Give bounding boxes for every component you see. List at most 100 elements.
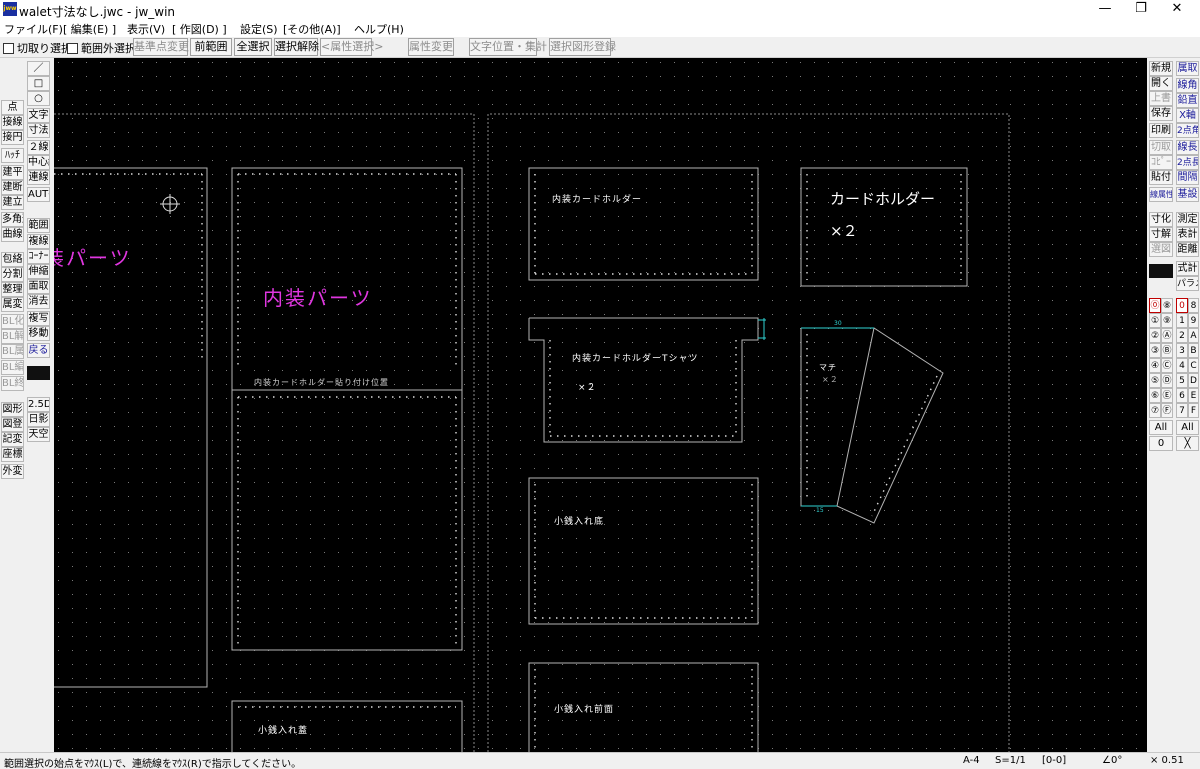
tool-block-end[interactable]: BL終 xyxy=(1,376,24,391)
cut-select-checkbox[interactable]: 切取り選択 xyxy=(3,40,72,56)
tool-line-length[interactable]: 線長 xyxy=(1176,140,1199,155)
tool-new[interactable]: 新規 xyxy=(1149,61,1173,76)
tool-building-section[interactable]: 建断 xyxy=(1,180,24,195)
tool-text[interactable]: 文字 xyxy=(27,108,50,123)
tool-dim-release[interactable]: 寸解 xyxy=(1149,227,1173,242)
tool-stretch[interactable]: 伸縮 xyxy=(27,264,50,279)
tool-block-attr[interactable]: BL属 xyxy=(1,344,24,359)
tool-chamfer[interactable]: 面取 xyxy=(27,279,50,294)
layer-button-0[interactable]: ⓪ xyxy=(1149,298,1161,313)
drawing-canvas[interactable]: 装パーツ 内装パーツ 内装カードホルダー貼り付け位置 内装カードホルダー カード… xyxy=(54,58,1147,752)
tool-attr-get[interactable]: 属取 xyxy=(1176,61,1199,76)
group-button-1[interactable]: 1 xyxy=(1176,313,1188,328)
tool-sky[interactable]: 天空 xyxy=(27,427,50,442)
tool-x-axis[interactable]: X軸 xyxy=(1176,108,1199,123)
group-button-0[interactable]: 0 xyxy=(1176,298,1188,313)
tool-base-settings[interactable]: 基設 xyxy=(1176,187,1199,202)
layer-button-b[interactable]: Ⓑ xyxy=(1161,343,1173,358)
tool-2pt-length[interactable]: 2点長 xyxy=(1176,155,1199,170)
menu-draw[interactable]: [ 作図(D) ] xyxy=(172,21,227,37)
tool-undo[interactable]: 戻る xyxy=(27,343,50,358)
group-all-button[interactable]: All xyxy=(1176,420,1199,435)
tool-dimension[interactable]: 寸法 xyxy=(27,123,50,138)
tool-figure[interactable]: 図形 xyxy=(1,402,24,417)
menu-edit[interactable]: [ 編集(E) ] xyxy=(63,21,116,37)
layer-button-4[interactable]: ④ xyxy=(1149,358,1161,373)
tool-hatch[interactable]: ﾊｯﾁ xyxy=(1,148,24,163)
tool-print[interactable]: 印刷 xyxy=(1149,123,1173,138)
tool-curve[interactable]: 曲線 xyxy=(1,227,24,242)
group-button-5[interactable]: 5 xyxy=(1176,373,1188,388)
tool-polygon[interactable]: 多角形 xyxy=(1,212,24,227)
select-all-button[interactable]: 全選択 xyxy=(234,38,272,56)
tool-line-attr[interactable]: 線属性 xyxy=(1149,187,1173,202)
tool-2-5d[interactable]: 2.5D xyxy=(27,397,50,412)
group-button-3[interactable]: 3 xyxy=(1176,343,1188,358)
tool-open[interactable]: 開く xyxy=(1149,76,1173,91)
layer-button-9[interactable]: ⑨ xyxy=(1161,313,1173,328)
tool-external-change[interactable]: 外変 xyxy=(1,464,24,479)
tool-range[interactable]: 範囲 xyxy=(27,218,50,233)
layer-button-d[interactable]: Ⓓ xyxy=(1161,373,1173,388)
tool-corner[interactable]: ｺｰﾅｰ xyxy=(27,249,50,264)
tool-formula[interactable]: 式計 xyxy=(1176,261,1199,276)
group-button-7[interactable]: 7 xyxy=(1176,403,1188,418)
tool-center-line[interactable]: 中心線 xyxy=(27,155,50,170)
tool-envelope[interactable]: 包絡 xyxy=(1,252,24,267)
tool-circle[interactable]: ○ xyxy=(27,91,50,106)
layer-color-swatch[interactable] xyxy=(1149,264,1173,278)
layer-button-a[interactable]: Ⓐ xyxy=(1161,328,1173,343)
tool-block-release[interactable]: BL解 xyxy=(1,329,24,344)
group-button-a[interactable]: A xyxy=(1188,328,1199,343)
tool-point[interactable]: 点 xyxy=(1,100,24,115)
menu-other[interactable]: [その他(A)] xyxy=(283,21,341,37)
layer-indicator[interactable]: [0-0] xyxy=(1042,755,1066,766)
paper-size[interactable]: A-4 xyxy=(963,755,980,766)
menu-file[interactable]: ファイル(F) xyxy=(4,21,63,37)
group-button-c[interactable]: C xyxy=(1188,358,1199,373)
tool-paste[interactable]: 貼付 xyxy=(1149,170,1173,185)
group-button-d[interactable]: D xyxy=(1188,373,1199,388)
tool-parameter[interactable]: パラメ xyxy=(1176,276,1199,291)
prev-range-button[interactable]: 前範囲 xyxy=(190,38,232,56)
menu-help[interactable]: ヘルプ(H) xyxy=(354,21,404,37)
layer-button-f[interactable]: Ⓕ xyxy=(1161,403,1173,418)
layer-button-5[interactable]: ⑤ xyxy=(1149,373,1161,388)
close-button[interactable]: ✕ xyxy=(1154,0,1200,20)
tool-divide[interactable]: 分割 xyxy=(1,267,24,282)
tool-continuous-line[interactable]: 連線 xyxy=(27,170,50,185)
group-cross-button[interactable]: ╳ xyxy=(1176,436,1199,451)
tool-block-edit[interactable]: BL編 xyxy=(1,360,24,375)
layer-button-7[interactable]: ⑦ xyxy=(1149,403,1161,418)
tool-interval[interactable]: 間隔 xyxy=(1176,170,1199,185)
tool-erase[interactable]: 消去 xyxy=(27,294,50,309)
layer-button-1[interactable]: ① xyxy=(1149,313,1161,328)
tool-distance[interactable]: 距離 xyxy=(1176,242,1199,257)
group-button-4[interactable]: 4 xyxy=(1176,358,1188,373)
tool-shadow[interactable]: 日影 xyxy=(27,412,50,427)
layer-button-3[interactable]: ③ xyxy=(1149,343,1161,358)
tool-double-line[interactable]: ２線 xyxy=(27,140,50,155)
tool-measure[interactable]: 測定 xyxy=(1176,212,1199,227)
tool-tangent-line[interactable]: 接線 xyxy=(1,115,24,130)
tool-figure-register[interactable]: 図登 xyxy=(1,417,24,432)
tool-copy-clip[interactable]: ｺﾋﾟｰ xyxy=(1149,155,1173,170)
group-button-6[interactable]: 6 xyxy=(1176,388,1188,403)
tool-attr-change[interactable]: 属変 xyxy=(1,297,24,312)
tool-building-plan[interactable]: 建平 xyxy=(1,165,24,180)
tool-select-figure[interactable]: 選図 xyxy=(1149,242,1173,257)
register-figure-button[interactable]: 選択図形登録 xyxy=(549,38,616,56)
tool-rectangle[interactable]: □ xyxy=(27,76,50,91)
text-position-button[interactable]: 文字位置・集計 xyxy=(469,38,547,56)
tool-dim-make[interactable]: 寸化 xyxy=(1149,212,1173,227)
group-button-b[interactable]: B xyxy=(1188,343,1199,358)
tool-cleanup[interactable]: 整理 xyxy=(1,282,24,297)
group-button-8[interactable]: 8 xyxy=(1188,298,1199,313)
zoom-indicator[interactable]: × 0.51 xyxy=(1150,755,1184,766)
tool-building-elevation[interactable]: 建立 xyxy=(1,195,24,210)
layer-button-8[interactable]: ⑧ xyxy=(1161,298,1173,313)
layer-button-e[interactable]: Ⓔ xyxy=(1161,388,1173,403)
angle-indicator[interactable]: ∠0° xyxy=(1102,755,1122,766)
tool-coordinates[interactable]: 座標 xyxy=(1,447,24,462)
tool-cut[interactable]: 切取 xyxy=(1149,140,1173,155)
